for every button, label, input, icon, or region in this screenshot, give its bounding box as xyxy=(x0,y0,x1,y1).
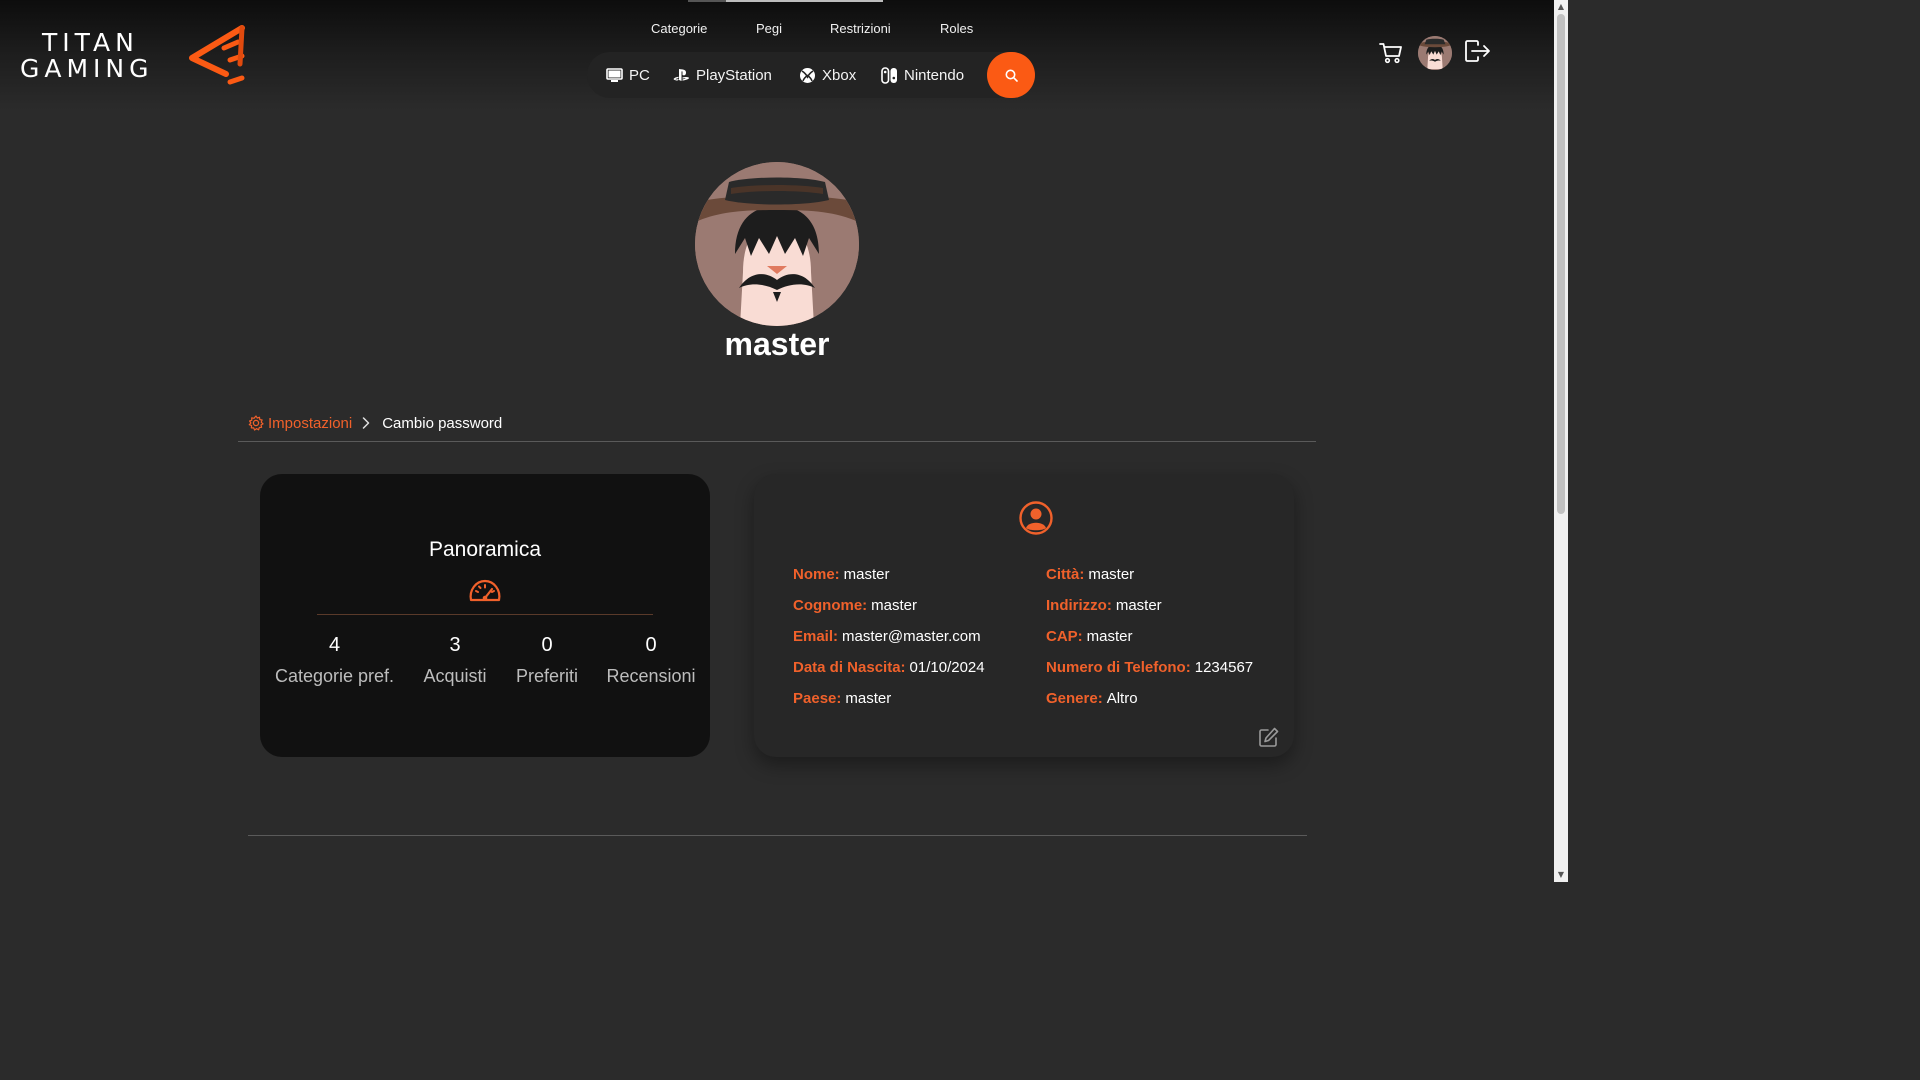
info-key: CAP: xyxy=(1046,628,1083,645)
stat-recensioni: 0 Recensioni xyxy=(601,634,701,687)
cart-icon[interactable] xyxy=(1379,42,1403,64)
stat-value: 4 xyxy=(328,634,341,656)
info-key: Cognome: xyxy=(793,597,868,614)
speedometer-icon xyxy=(469,579,501,602)
info-key: Email: xyxy=(793,628,839,645)
playstation-icon xyxy=(673,69,689,81)
avatar[interactable] xyxy=(1418,36,1452,70)
stat-label: Acquisti xyxy=(423,666,487,686)
overview-title: Panoramica xyxy=(428,538,542,561)
info-key: Numero di Telefono: xyxy=(1046,659,1191,676)
stat-value: 3 xyxy=(449,634,461,656)
stat-categorie-pref: 4 Categorie pref. xyxy=(272,634,397,687)
stat-label: Preferiti xyxy=(515,666,578,686)
platform-label-xbox: Xbox xyxy=(822,66,857,84)
info-key: Città: xyxy=(1046,566,1085,583)
info-value: master xyxy=(1088,566,1135,583)
info-value: master xyxy=(1115,597,1162,614)
monitor-icon xyxy=(606,67,623,82)
info-key: Genere: xyxy=(1046,690,1103,707)
stat-preferiti: 0 Preferiti xyxy=(507,634,587,687)
page: TITAN GAMING Categorie Pegi Restrizioni … xyxy=(0,0,1568,882)
profile-avatar-image xyxy=(695,162,859,326)
nav-active-indicator xyxy=(688,0,883,2)
breadcrumb-link-impostazioni[interactable]: Impostazioni xyxy=(268,415,352,432)
platform-label-nintendo: Nintendo xyxy=(904,66,965,84)
info-row-genere: Genere: Altro xyxy=(1046,690,1138,707)
user-circle-icon xyxy=(1019,501,1053,535)
info-row-email: Email: master@master.com xyxy=(793,628,981,645)
info-value: master xyxy=(871,597,918,614)
info-key: Data di Nascita: xyxy=(793,659,906,676)
platform-xbox[interactable]: Xbox xyxy=(799,52,856,98)
info-value: master xyxy=(845,690,892,707)
stat-label: Recensioni xyxy=(606,666,696,686)
overview-card: Panoramica 4 Categorie pref. 3 Acquisti … xyxy=(260,474,710,757)
info-value: 1234567 xyxy=(1194,659,1254,676)
top-nav: Categorie Pegi Restrizioni Roles xyxy=(0,21,1554,39)
logo-line-2: GAMING xyxy=(20,54,154,83)
info-key: Nome: xyxy=(793,566,840,583)
platform-label-playstation: PlayStation xyxy=(696,66,772,84)
info-row-cap: CAP: master xyxy=(1046,628,1133,645)
info-value: master xyxy=(843,566,890,583)
info-value: master xyxy=(1086,628,1133,645)
info-value: Altro xyxy=(1106,690,1138,707)
vertical-scrollbar[interactable]: ▲ ▼ xyxy=(1554,0,1568,882)
platform-nintendo[interactable]: Nintendo xyxy=(881,52,964,98)
platform-playstation[interactable]: PlayStation xyxy=(673,52,772,98)
platform-bar: PC PlayStation Xbox Nintendo xyxy=(587,52,1035,98)
nav-link-roles[interactable]: Roles xyxy=(940,21,973,36)
scrollbar-thumb[interactable] xyxy=(1557,14,1565,514)
info-row-indirizzo: Indirizzo: master xyxy=(1046,597,1162,614)
gear-icon[interactable] xyxy=(248,415,264,431)
info-key: Paese: xyxy=(793,690,842,707)
header: TITAN GAMING Categorie Pegi Restrizioni … xyxy=(0,0,1554,110)
info-row-data-di-nascita: Data di Nascita: 01/10/2024 xyxy=(793,659,985,676)
info-row-nome: Nome: master xyxy=(793,566,890,583)
info-value: master@master.com xyxy=(842,628,981,645)
info-row-cognome: Cognome: master xyxy=(793,597,917,614)
profile-avatar xyxy=(695,162,859,326)
breadcrumb-current: Cambio password xyxy=(382,414,503,432)
info-key: Indirizzo: xyxy=(1046,597,1112,614)
info-value: 01/10/2024 xyxy=(909,659,985,676)
info-row-citta: Città: master xyxy=(1046,566,1134,583)
stat-value: 0 xyxy=(541,634,553,656)
nintendo-switch-icon xyxy=(881,66,897,84)
overview-divider xyxy=(317,614,653,615)
logout-icon[interactable] xyxy=(1465,40,1491,62)
info-row-numero-di-telefono: Numero di Telefono: 1234567 xyxy=(1046,659,1253,676)
scroll-down-arrow-icon[interactable]: ▼ xyxy=(1554,868,1568,882)
chevron-right-icon xyxy=(362,417,370,429)
search-icon xyxy=(1005,69,1018,82)
stat-value: 0 xyxy=(645,634,657,656)
breadcrumb: Impostazioni Cambio password xyxy=(248,412,502,434)
stat-label: Categorie pref. xyxy=(274,666,395,686)
platform-pc[interactable]: PC xyxy=(606,52,650,98)
profile-username: master xyxy=(724,326,830,362)
footer-divider xyxy=(248,835,1307,836)
xbox-icon xyxy=(800,67,815,83)
platform-label-pc: PC xyxy=(629,66,650,84)
search-button[interactable] xyxy=(987,52,1035,98)
user-info-card: Nome: master Cognome: master Email: master@… xyxy=(754,474,1294,757)
avatar-image xyxy=(1418,36,1452,70)
info-row-paese: Paese: master xyxy=(793,690,891,707)
nav-link-restrizioni[interactable]: Restrizioni xyxy=(830,21,891,36)
scroll-up-arrow-icon[interactable]: ▲ xyxy=(1554,0,1568,14)
breadcrumb-divider xyxy=(238,441,1316,442)
nav-link-pegi[interactable]: Pegi xyxy=(756,21,782,36)
stat-acquisti: 3 Acquisti xyxy=(412,634,498,687)
edit-icon[interactable] xyxy=(1259,727,1279,747)
nav-link-categorie[interactable]: Categorie xyxy=(651,21,707,36)
